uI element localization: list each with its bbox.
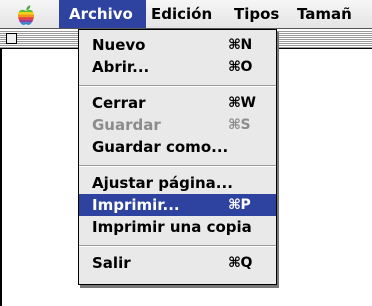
menu-item-salir[interactable]: Salir ⌘Q bbox=[79, 252, 276, 274]
menu-bar: Archivo Edición Tipos Tamañ bbox=[0, 0, 372, 29]
menu-item-label: Nuevo bbox=[92, 36, 146, 54]
menu-item-imprimir[interactable]: Imprimir... ⌘P bbox=[79, 194, 276, 216]
menu-item-label: Imprimir... bbox=[92, 196, 180, 214]
menu-item-guardar-como[interactable]: Guardar como... bbox=[79, 136, 276, 158]
menu-item-label: Salir bbox=[92, 254, 131, 272]
menu-edicion[interactable]: Edición bbox=[151, 0, 212, 28]
menu-item-shortcut: ⌘N bbox=[228, 37, 252, 53]
desktop: Archivo Edición Tipos Tamañ Nuevo ⌘N Abr… bbox=[0, 0, 372, 306]
menu-item-shortcut: ⌘S bbox=[228, 117, 251, 133]
menu-item-label: Abrir... bbox=[92, 58, 150, 76]
file-menu-dropdown: Nuevo ⌘N Abrir... ⌘O Cerrar ⌘W Guardar ⌘… bbox=[78, 29, 277, 285]
menu-tipos[interactable]: Tipos bbox=[234, 0, 279, 28]
menu-separator bbox=[79, 85, 276, 87]
menu-item-label: Ajustar página... bbox=[92, 174, 233, 192]
menu-item-label: Guardar como... bbox=[92, 138, 229, 156]
menu-item-label: Guardar bbox=[92, 116, 161, 134]
menu-separator bbox=[79, 245, 276, 247]
menu-item-imprimir-una-copia[interactable]: Imprimir una copia bbox=[79, 216, 276, 238]
menu-item-guardar: Guardar ⌘S bbox=[79, 114, 276, 136]
menu-item-shortcut: ⌘W bbox=[228, 95, 256, 111]
menu-item-shortcut: ⌘Q bbox=[228, 255, 252, 271]
menu-item-label: Imprimir una copia bbox=[92, 218, 252, 236]
menu-separator bbox=[79, 165, 276, 167]
menu-item-label: Cerrar bbox=[92, 94, 146, 112]
menu-item-cerrar[interactable]: Cerrar ⌘W bbox=[79, 92, 276, 114]
menu-item-shortcut: ⌘O bbox=[228, 59, 252, 75]
menu-archivo[interactable]: Archivo bbox=[59, 0, 146, 28]
menu-item-nuevo[interactable]: Nuevo ⌘N bbox=[79, 34, 276, 56]
menu-tamano[interactable]: Tamañ bbox=[297, 0, 352, 28]
apple-icon[interactable] bbox=[6, 1, 46, 28]
menu-item-shortcut: ⌘P bbox=[228, 197, 251, 213]
menu-item-ajustar-pagina[interactable]: Ajustar página... bbox=[79, 172, 276, 194]
menu-item-abrir[interactable]: Abrir... ⌘O bbox=[79, 56, 276, 78]
close-box-icon[interactable] bbox=[6, 33, 17, 44]
apple-logo-icon bbox=[18, 4, 34, 25]
